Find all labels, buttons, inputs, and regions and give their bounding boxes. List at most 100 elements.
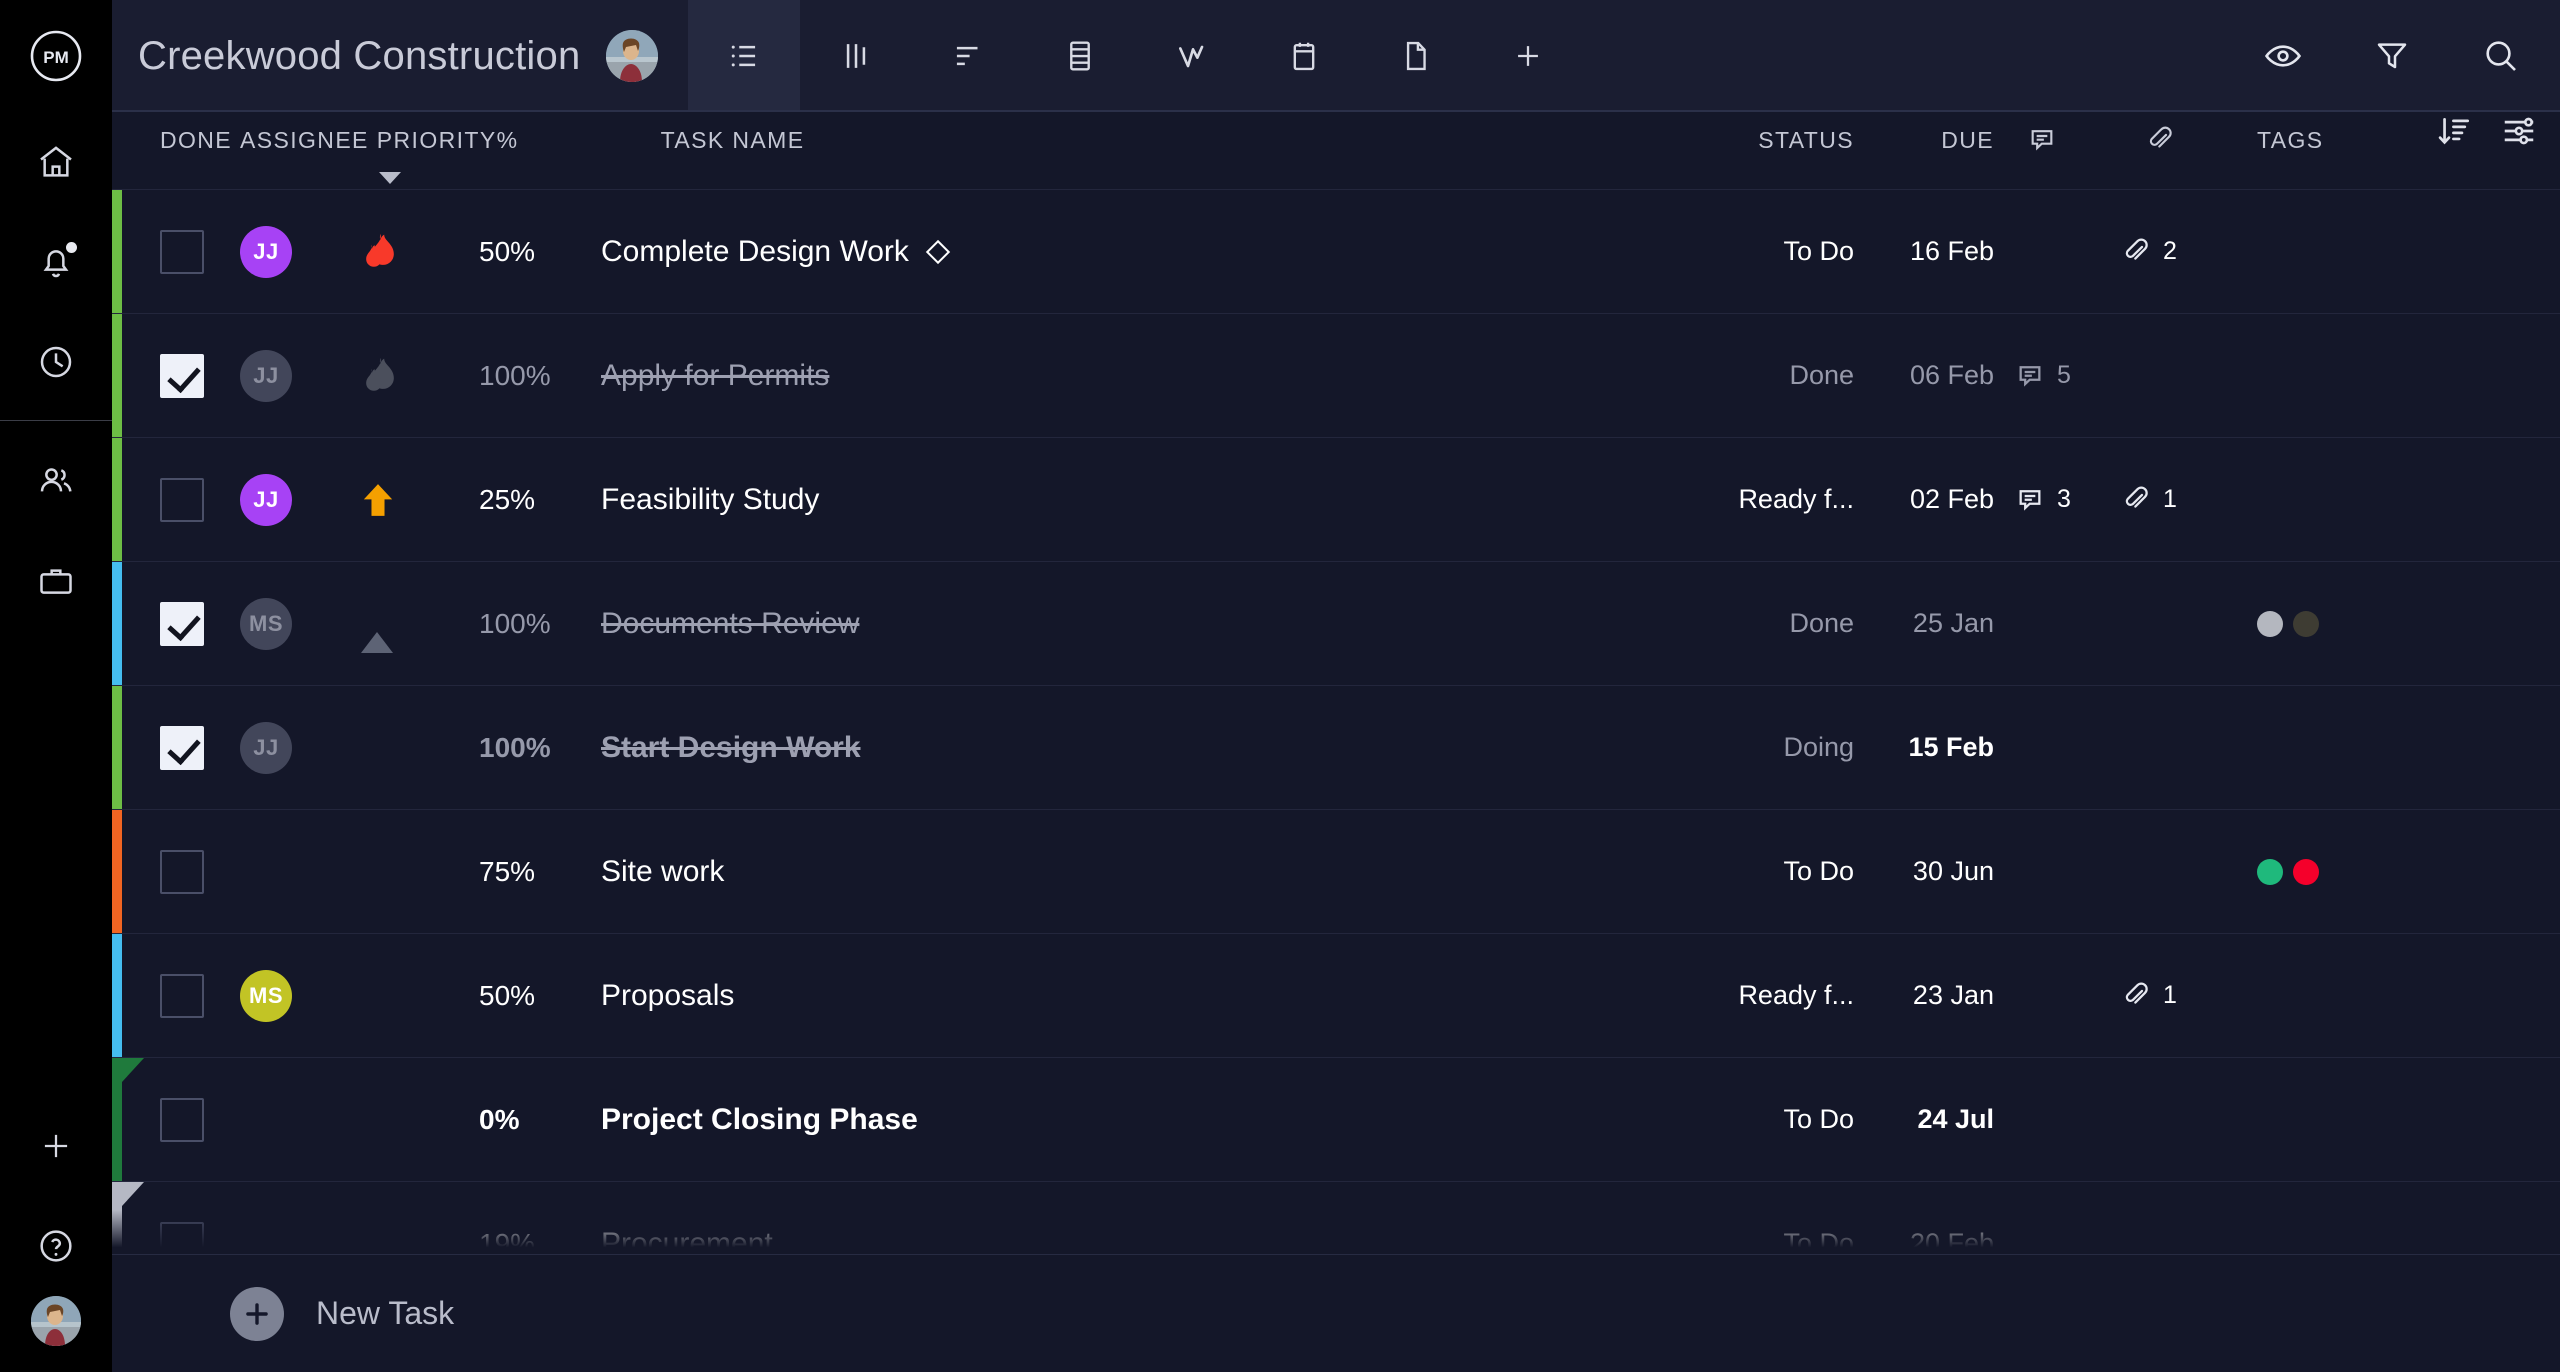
- sort-descending-icon[interactable]: [2436, 112, 2474, 150]
- tab-list[interactable]: [688, 0, 801, 112]
- task-name-cell[interactable]: Site work: [601, 810, 1654, 933]
- tags-cell[interactable]: [2230, 810, 2430, 933]
- assignee-cell[interactable]: JJ: [240, 190, 361, 313]
- sidebar-item-timesheets[interactable]: [0, 312, 112, 412]
- tab-workload[interactable]: [1136, 0, 1248, 112]
- assignee-cell[interactable]: JJ: [240, 438, 361, 561]
- tag-dot[interactable]: [2257, 610, 2283, 637]
- table-row[interactable]: 19% Procurement To Do 20 Feb: [112, 1182, 2560, 1254]
- due-cell[interactable]: 23 Jan: [1854, 934, 1994, 1057]
- table-row[interactable]: JJ 50% Complete Design Work To Do 16 Feb 2: [112, 190, 2560, 314]
- task-name-cell[interactable]: Procurement: [601, 1182, 1654, 1255]
- comments-cell[interactable]: [1994, 1182, 2120, 1254]
- priority-cell[interactable]: [361, 810, 479, 933]
- assignee-avatar[interactable]: JJ: [240, 473, 292, 526]
- comments-cell[interactable]: [1994, 934, 2120, 1057]
- comments-cell[interactable]: 5: [1994, 314, 2120, 437]
- attachment-count-badge[interactable]: 1: [2120, 484, 2177, 516]
- assignee-avatar[interactable]: JJ: [240, 349, 292, 402]
- status-cell[interactable]: To Do: [1654, 190, 1854, 313]
- percent-cell[interactable]: 100%: [479, 686, 601, 809]
- status-cell[interactable]: To Do: [1654, 810, 1854, 933]
- assignee-cell[interactable]: MS: [240, 562, 361, 685]
- task-name-cell[interactable]: Complete Design Work: [601, 190, 1654, 313]
- task-name-cell[interactable]: Start Design Work: [601, 686, 1654, 809]
- priority-critical-flame-icon[interactable]: [361, 232, 399, 272]
- tab-pages[interactable]: [1360, 0, 1472, 112]
- attachments-cell[interactable]: [2120, 562, 2230, 685]
- tags-cell[interactable]: [2230, 438, 2430, 561]
- due-cell[interactable]: 24 Jul: [1854, 1058, 1994, 1181]
- project-owner-avatar[interactable]: [606, 30, 659, 82]
- assignee-avatar[interactable]: MS: [240, 969, 292, 1022]
- priority-cell[interactable]: [361, 686, 479, 809]
- attachment-count-badge[interactable]: 1: [2120, 980, 2177, 1012]
- comments-cell[interactable]: [1994, 810, 2120, 933]
- percent-cell[interactable]: 50%: [479, 934, 601, 1057]
- attachments-cell[interactable]: [2120, 314, 2230, 437]
- priority-cell[interactable]: [361, 1182, 479, 1254]
- comments-cell[interactable]: [1994, 686, 2120, 809]
- priority-cell[interactable]: [361, 314, 479, 437]
- column-header-assignee[interactable]: ASSIGNEE: [240, 112, 369, 168]
- due-cell[interactable]: 16 Feb: [1854, 190, 1994, 313]
- tags-cell[interactable]: [2230, 1182, 2430, 1254]
- done-checkbox[interactable]: [160, 1097, 204, 1142]
- column-header-due[interactable]: DUE: [1854, 112, 1994, 168]
- column-header-percent[interactable]: %: [497, 112, 619, 168]
- due-cell[interactable]: 25 Jan: [1854, 562, 1994, 685]
- assignee-cell[interactable]: [240, 1058, 361, 1181]
- comment-count-badge[interactable]: 5: [2014, 360, 2071, 392]
- priority-medium-triangle-icon[interactable]: [361, 614, 393, 653]
- table-row[interactable]: JJ 25% Feasibility Study Ready f... 02 Feb 3 1: [112, 438, 2560, 562]
- done-checkbox[interactable]: [160, 229, 204, 274]
- status-cell[interactable]: Done: [1654, 562, 1854, 685]
- assignee-avatar[interactable]: JJ: [240, 225, 292, 278]
- done-checkbox[interactable]: [160, 353, 204, 398]
- status-cell[interactable]: Done: [1654, 314, 1854, 437]
- status-cell[interactable]: To Do: [1654, 1182, 1854, 1254]
- assignee-cell[interactable]: [240, 1182, 361, 1254]
- comment-count-badge[interactable]: 3: [2014, 484, 2071, 516]
- task-name-cell[interactable]: Apply for Permits: [601, 314, 1654, 437]
- filter-icon[interactable]: [2372, 36, 2412, 76]
- table-row[interactable]: 0% Project Closing Phase To Do 24 Jul: [112, 1058, 2560, 1182]
- priority-cell[interactable]: [361, 190, 479, 313]
- user-avatar[interactable]: [31, 1296, 81, 1346]
- assignee-avatar[interactable]: JJ: [240, 721, 292, 774]
- tags-cell[interactable]: [2230, 190, 2430, 313]
- attachment-count-badge[interactable]: 2: [2120, 236, 2177, 268]
- percent-cell[interactable]: 100%: [479, 314, 601, 437]
- assignee-cell[interactable]: JJ: [240, 314, 361, 437]
- column-header-comments[interactable]: [1994, 112, 2120, 168]
- priority-cell[interactable]: [361, 562, 479, 685]
- comments-cell[interactable]: [1994, 190, 2120, 313]
- tab-gantt[interactable]: [912, 0, 1024, 112]
- tags-cell[interactable]: [2230, 686, 2430, 809]
- task-name-cell[interactable]: Documents Review: [601, 562, 1654, 685]
- tags-cell[interactable]: [2230, 314, 2430, 437]
- tab-add-view[interactable]: [1472, 0, 1584, 112]
- tag-dot[interactable]: [2293, 858, 2319, 885]
- comments-cell[interactable]: [1994, 1058, 2120, 1181]
- plus-icon[interactable]: [230, 1286, 284, 1341]
- due-cell[interactable]: 06 Feb: [1854, 314, 1994, 437]
- percent-cell[interactable]: 19%: [479, 1182, 601, 1255]
- attachments-cell[interactable]: [2120, 1182, 2230, 1254]
- sidebar-item-team[interactable]: [0, 431, 112, 531]
- column-header-status[interactable]: STATUS: [1654, 112, 1854, 168]
- assignee-cell[interactable]: [240, 810, 361, 933]
- done-checkbox[interactable]: [160, 601, 204, 646]
- percent-cell[interactable]: 100%: [479, 562, 601, 685]
- due-cell[interactable]: 15 Feb: [1854, 686, 1994, 809]
- column-header-attachments[interactable]: [2120, 112, 2230, 168]
- column-header-task-name[interactable]: TASK NAME: [619, 112, 1654, 168]
- tags-cell[interactable]: [2230, 1058, 2430, 1181]
- task-name-cell[interactable]: Feasibility Study: [601, 438, 1654, 561]
- priority-cell[interactable]: [361, 1058, 479, 1181]
- percent-cell[interactable]: 0%: [479, 1058, 601, 1181]
- tags-cell[interactable]: [2230, 934, 2430, 1057]
- due-cell[interactable]: 30 Jun: [1854, 810, 1994, 933]
- status-cell[interactable]: Ready f...: [1654, 438, 1854, 561]
- percent-cell[interactable]: 75%: [479, 810, 601, 933]
